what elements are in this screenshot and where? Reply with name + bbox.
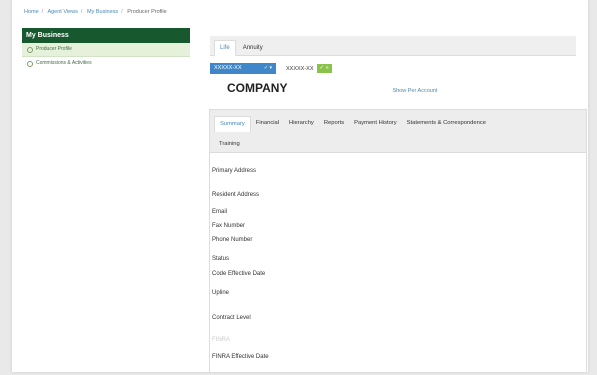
field-email: Email: [212, 209, 228, 215]
profile-content: Summary Financial Hierarchy Reports Paym…: [209, 109, 587, 372]
field-primary-address: Primary Address: [212, 168, 257, 174]
sidebar-item-label: Producer Profile: [36, 46, 72, 52]
product-tabs: Life Annuity: [210, 36, 576, 56]
select-value: XXXXX-XX: [214, 65, 242, 71]
tab-reports[interactable]: Reports: [319, 116, 349, 131]
circle-bullet-icon: [27, 60, 33, 67]
page: Home / Agent Views / My Business / Producer…: [12, 0, 588, 372]
tab-annuity[interactable]: Annuity: [238, 41, 268, 55]
breadcrumb-separator: /: [41, 9, 44, 15]
sidebar-header: My Business: [22, 28, 190, 43]
sidebar-item-commissions[interactable]: Commissions & Activities: [22, 57, 190, 70]
go-button[interactable]: ✓ »: [316, 64, 332, 73]
section-tabs-row: Summary Financial Hierarchy Reports Paym…: [210, 110, 586, 132]
field-phone-number: Phone Number: [212, 237, 253, 243]
agent-number-select[interactable]: XXXXX-XX ✓ ▾: [210, 63, 276, 74]
checkmark-chevron-icon: ✓ ▾: [263, 65, 272, 71]
secondary-value: XXXXX-XX: [286, 65, 314, 72]
field-upline: Upline: [212, 290, 230, 296]
breadcrumb-home[interactable]: Home: [24, 9, 39, 15]
tab-statements[interactable]: Statements & Correspondence: [402, 116, 491, 131]
tab-summary[interactable]: Summary: [214, 116, 251, 132]
breadcrumb-separator: /: [80, 9, 83, 15]
breadcrumb-current: Producer Profile: [127, 9, 167, 15]
sidebar-item-label: Commissions & Activities: [36, 60, 92, 66]
tab-financial[interactable]: Financial: [251, 116, 284, 131]
main-panel: Life Annuity XXXXX-XX ✓ ▾ XXXXX-XX ✓ » C…: [210, 36, 576, 97]
sidebar: My Business Producer Profile Commissions…: [22, 28, 190, 70]
field-finra-faded: FINRA: [212, 337, 230, 343]
field-finra-effective-date: FINRA Effective Date: [212, 354, 269, 360]
tab-life[interactable]: Life: [214, 40, 236, 56]
tab-training[interactable]: Training: [214, 137, 245, 152]
circle-bullet-icon: [27, 46, 33, 53]
field-status: Status: [212, 256, 230, 262]
company-name: COMPANY: [227, 81, 288, 95]
field-resident-address: Resident Address: [212, 192, 260, 198]
show-per-account-link[interactable]: Show Per Account: [392, 88, 437, 94]
breadcrumb: Home / Agent Views / My Business / Producer…: [24, 9, 167, 15]
field-fax-number: Fax Number: [212, 223, 246, 229]
field-code-effective-date: Code Effective Date: [212, 271, 266, 277]
sidebar-item-producer-profile[interactable]: Producer Profile: [22, 43, 190, 57]
tab-hierarchy[interactable]: Hierarchy: [284, 116, 319, 131]
section-tabs: Summary Financial Hierarchy Reports Paym…: [210, 110, 586, 153]
breadcrumb-agent-views[interactable]: Agent Views: [47, 9, 77, 15]
selector-row: XXXXX-XX ✓ ▾ XXXXX-XX ✓ »: [210, 63, 576, 74]
tab-payment-history[interactable]: Payment History: [349, 116, 402, 131]
breadcrumb-separator: /: [121, 9, 123, 15]
company-row: COMPANY Show Per Account: [210, 81, 576, 97]
field-contract-level: Contract Level: [212, 315, 251, 321]
breadcrumb-my-business[interactable]: My Business: [87, 9, 118, 15]
section-tabs-row: Training: [210, 131, 586, 152]
